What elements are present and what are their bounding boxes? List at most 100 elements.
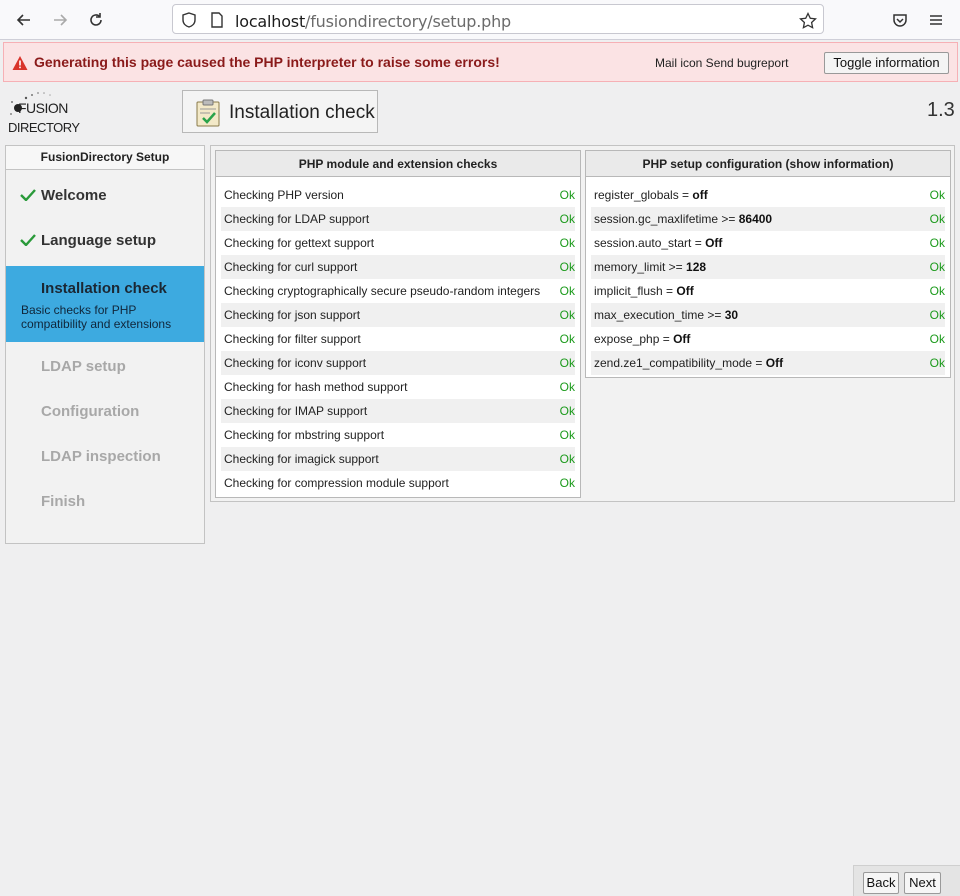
config-key: register_globals = [594,188,693,202]
check-icon [20,189,36,204]
status-ok: Ok [929,236,945,250]
table-row: Checking for json support Ok [221,303,575,327]
url-bar[interactable]: localhost/fusiondirectory/setup.php [172,4,824,34]
config-label: implicit_flush = Off [594,279,694,303]
config-key: session.gc_maxlifetime >= [594,212,739,226]
config-key: memory_limit >= [594,260,687,274]
status-ok: Ok [559,380,575,394]
page-icon[interactable] [209,12,225,28]
error-message: Generating this page caused the PHP inte… [34,54,500,70]
config-value: off [692,188,708,202]
url-text[interactable]: localhost/fusiondirectory/setup.php [235,12,511,31]
status-ok: Ok [559,428,575,442]
step-label: Installation check [41,280,167,297]
warning-icon [12,55,28,74]
config-value: 86400 [738,212,773,226]
menu-icon[interactable] [922,6,950,34]
table-row: expose_php = Off Ok [591,327,945,351]
table-row: Checking for IMAP support Ok [221,399,575,423]
step-finish[interactable]: Finish [6,479,204,524]
table-row: Checking for iconv support Ok [221,351,575,375]
config-value: 30 [724,308,739,322]
config-key: session.auto_start = [594,236,706,250]
check-label: Checking for IMAP support [224,404,368,418]
config-value: Off [673,332,691,346]
config-key: expose_php = [594,332,674,346]
url-host: localhost [235,12,306,31]
status-ok: Ok [559,236,575,250]
clipboard-check-icon [195,99,221,130]
table-row: Checking for hash method support Ok [221,375,575,399]
forward-arrow-icon[interactable] [46,6,74,34]
toggle-information-button[interactable]: Toggle information [824,52,949,74]
step-label: Finish [41,493,86,510]
status-ok: Ok [559,284,575,298]
error-banner: Generating this page caused the PHP inte… [3,42,958,82]
version-number: 1.3 [927,99,955,121]
config-key: implicit_flush = [594,284,677,298]
table-row: session.gc_maxlifetime >= 86400 Ok [591,207,945,231]
status-ok: Ok [559,188,575,202]
table-row: Checking for curl support Ok [221,255,575,279]
step-label: LDAP setup [41,358,126,375]
step-description: Basic checks for PHP compatibility and e… [21,303,172,331]
panel-title[interactable]: PHP setup configuration (show informatio… [586,151,950,177]
config-label: max_execution_time >= 30 [594,303,738,327]
config-value: Off [676,284,694,298]
step-ldap-inspection[interactable]: LDAP inspection [6,434,204,479]
step-label: Welcome [41,187,107,204]
table-row: memory_limit >= 128 Ok [591,255,945,279]
logo-text-directory: DIRECTORY [8,120,80,135]
status-ok: Ok [929,212,945,226]
step-ldap-setup[interactable]: LDAP setup [6,344,204,389]
config-value: Off [765,356,784,370]
config-key: zend.ze1_compatibility_mode = [594,356,766,370]
check-label: Checking for hash method support [224,380,408,394]
step-language-setup[interactable]: Language setup [6,218,204,263]
check-label: Checking for json support [224,308,361,322]
config-key: max_execution_time >= [594,308,725,322]
check-label: Checking for curl support [224,260,358,274]
config-label: zend.ze1_compatibility_mode = Off [594,351,783,375]
table-row: Checking for gettext support Ok [221,231,575,255]
table-row: Checking PHP version Ok [221,183,575,207]
status-ok: Ok [559,212,575,226]
check-label: Checking for gettext support [224,236,375,250]
status-ok: Ok [929,332,945,346]
bookmark-star-icon[interactable] [799,11,817,29]
status-ok: Ok [929,260,945,274]
config-label: session.auto_start = Off [594,231,722,255]
config-label: session.gc_maxlifetime >= 86400 [594,207,772,231]
send-bugreport-link[interactable]: Mail icon Send bugreport [655,56,788,70]
pocket-icon[interactable] [886,6,914,34]
shield-icon[interactable] [181,12,197,28]
back-button[interactable]: Back [863,872,899,894]
main-content: PHP module and extension checks Checking… [210,145,955,502]
status-ok: Ok [559,404,575,418]
status-ok: Ok [559,452,575,466]
step-label: Language setup [41,232,157,249]
check-label: Checking for compression module support [224,476,449,490]
config-label: expose_php = Off [594,327,690,351]
status-ok: Ok [929,308,945,322]
table-row: register_globals = off Ok [591,183,945,207]
check-label: Checking PHP version [224,188,344,202]
step-welcome[interactable]: Welcome [6,173,204,218]
config-value: 128 [686,260,707,274]
config-value: Off [705,236,723,250]
check-label: Checking for filter support [224,332,361,346]
logo-text-fusion: FUSION [18,100,68,116]
back-arrow-icon[interactable] [10,6,38,34]
check-label: Checking for iconv support [224,356,367,370]
reload-icon[interactable] [82,6,110,34]
table-row: zend.ze1_compatibility_mode = Off Ok [591,351,945,375]
next-button[interactable]: Next [904,872,941,894]
check-icon [20,234,36,249]
check-label: Checking for mbstring support [224,428,385,442]
step-configuration[interactable]: Configuration [6,389,204,434]
step-installation-check[interactable]: Installation check Basic checks for PHP … [6,266,204,342]
status-ok: Ok [929,284,945,298]
table-row: implicit_flush = Off Ok [591,279,945,303]
url-path: /fusiondirectory/setup.php [305,12,511,31]
fusiondirectory-logo: FUSION DIRECTORY [8,90,80,136]
